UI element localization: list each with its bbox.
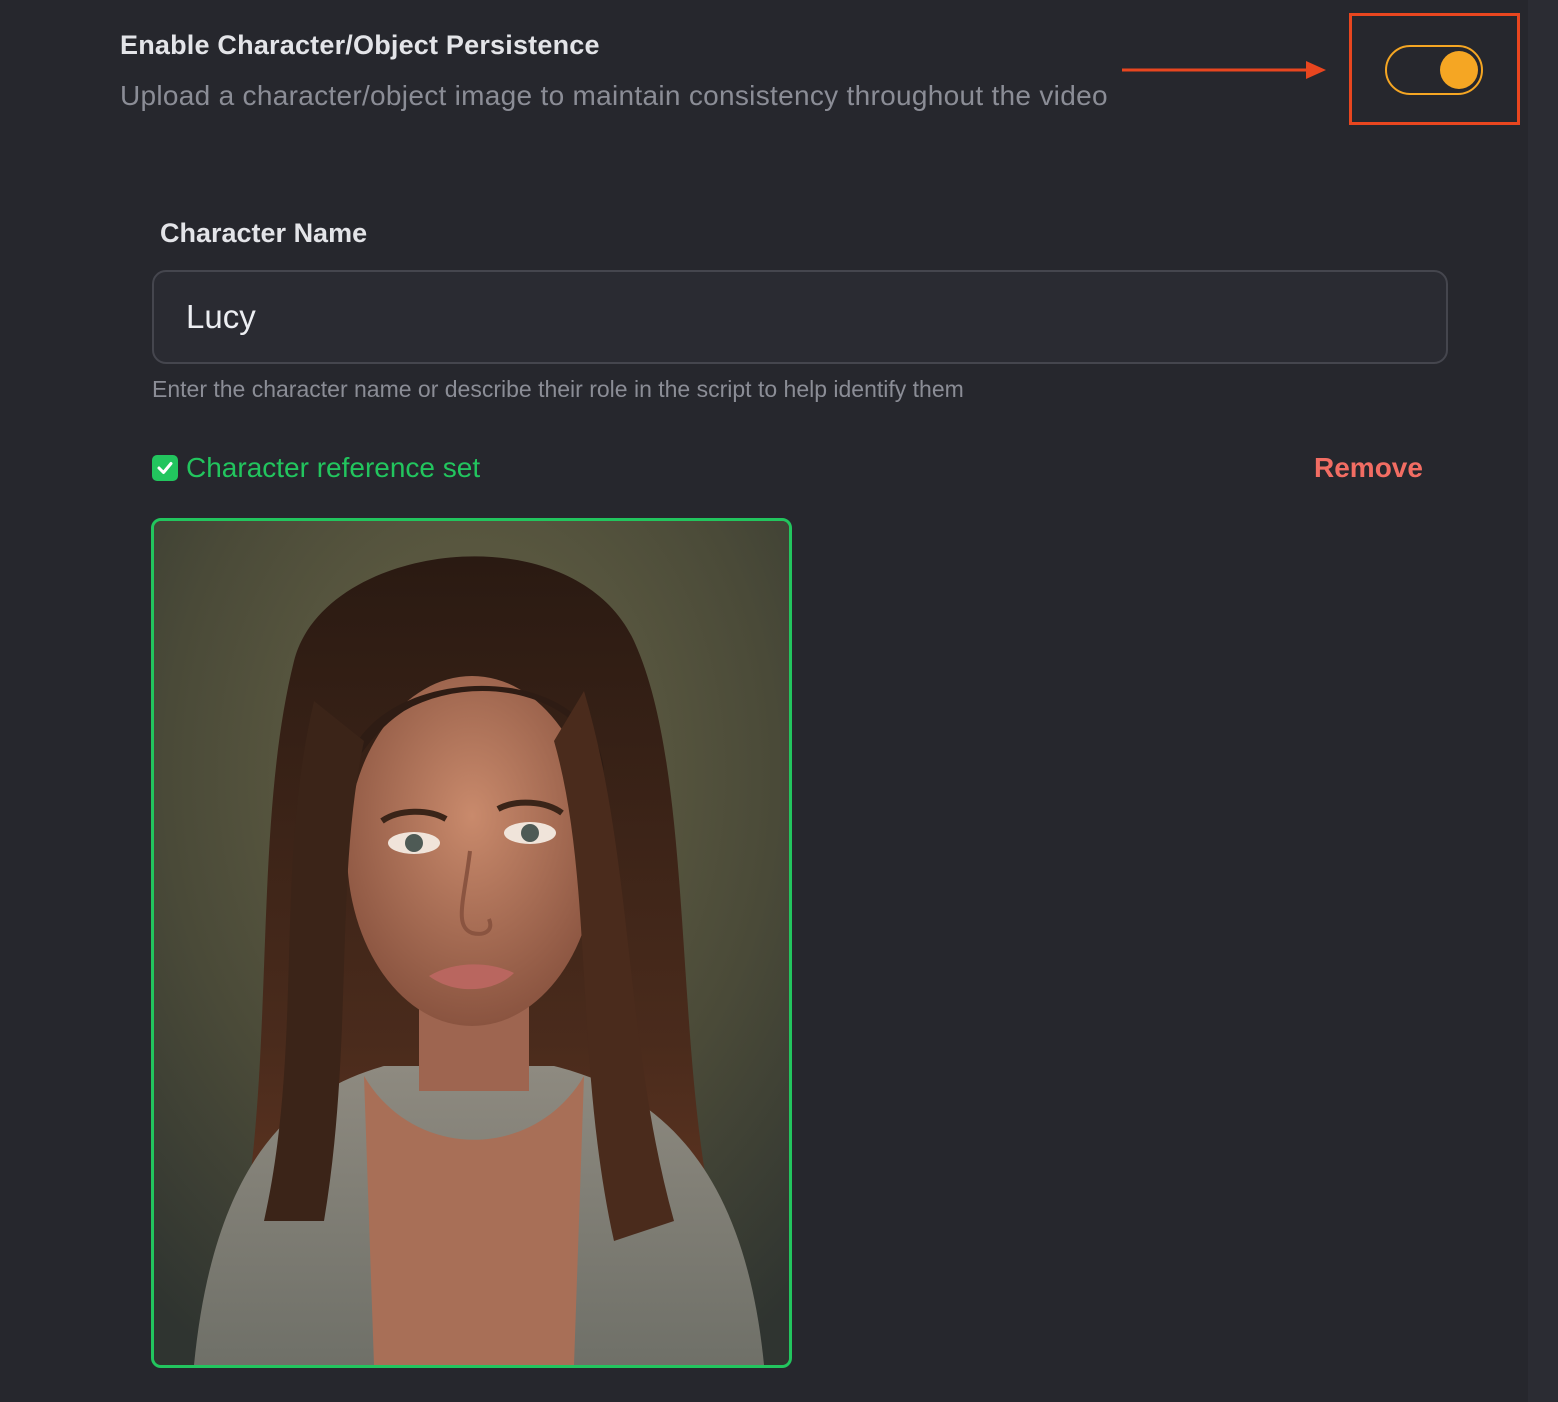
scroll-gutter bbox=[1528, 0, 1558, 1402]
settings-page: Enable Character/Object Persistence Uplo… bbox=[0, 0, 1558, 1402]
reference-status-label: Character reference set bbox=[186, 452, 481, 483]
persistence-description: Upload a character/object image to maint… bbox=[120, 80, 1108, 111]
toggle-knob bbox=[1440, 51, 1478, 89]
remove-button[interactable]: Remove bbox=[1314, 452, 1423, 484]
check-icon bbox=[152, 455, 178, 481]
persistence-title: Enable Character/Object Persistence bbox=[120, 30, 600, 60]
portrait-illustration bbox=[154, 521, 789, 1365]
character-reference-image bbox=[151, 518, 792, 1368]
persistence-toggle[interactable] bbox=[1385, 45, 1483, 95]
character-name-label: Character Name bbox=[160, 218, 368, 248]
reference-status: Character reference set bbox=[152, 452, 480, 484]
character-name-helper: Enter the character name or describe the… bbox=[152, 376, 964, 402]
arrow-annotation-icon bbox=[1122, 61, 1326, 79]
character-name-input[interactable] bbox=[152, 270, 1448, 364]
